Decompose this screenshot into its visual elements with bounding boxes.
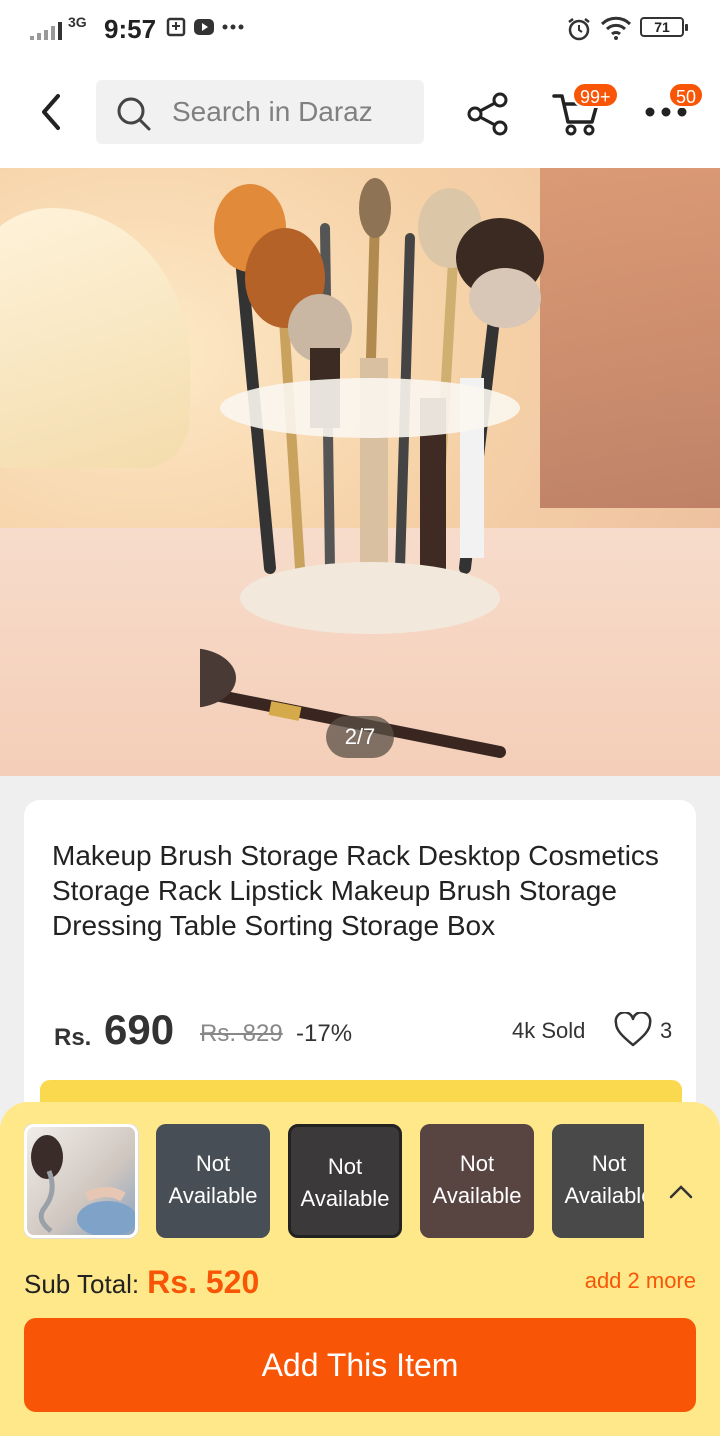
background-cabinet: [540, 168, 720, 508]
youtube-icon: [194, 19, 214, 35]
bundle-thumb[interactable]: Not Available: [420, 1124, 534, 1238]
not-available-overlay: Not Available: [156, 1124, 270, 1238]
add-more-link[interactable]: add 2 more: [585, 1268, 696, 1294]
top-navigation: 99+ 50: [0, 56, 720, 168]
bundle-thumb[interactable]: Not Available: [552, 1124, 644, 1238]
subtotal-label: Sub Total:: [24, 1269, 140, 1299]
image-page-indicator: 2/7: [326, 716, 394, 758]
cart-count-badge: 99+: [572, 82, 619, 108]
product-image-gallery[interactable]: 2/7: [0, 168, 720, 776]
screenshot-icon: [166, 17, 186, 37]
bundle-thumb[interactable]: Not Available: [156, 1124, 270, 1238]
product-title: Makeup Brush Storage Rack Desktop Cosmet…: [52, 840, 659, 941]
search-input[interactable]: [172, 94, 412, 130]
wishlist-count: 3: [660, 1018, 673, 1043]
messages-count-badge: 50: [668, 82, 705, 108]
current-price: 690: [104, 1006, 175, 1053]
search-bar[interactable]: [96, 80, 424, 144]
back-arrow-icon[interactable]: [36, 90, 66, 134]
sold-count: 4k Sold: [512, 1018, 586, 1043]
bundle-thumb-selected[interactable]: [24, 1124, 138, 1238]
wifi-icon: [600, 16, 632, 40]
subtotal: Sub Total: Rs. 520: [24, 1264, 259, 1301]
status-bar: 3G 9:57 71: [0, 0, 720, 56]
wishlist-heart-icon[interactable]: [614, 1012, 652, 1048]
bundle-bottom-sheet: Not Available Not Available Not Availabl…: [0, 1102, 720, 1436]
search-icon: [117, 97, 151, 131]
chevron-up-icon[interactable]: [668, 1182, 694, 1200]
subtotal-amount: Rs. 520: [147, 1264, 260, 1300]
original-price: Rs. 829: [200, 1020, 283, 1047]
bundle-thumbnails: Not Available Not Available Not Availabl…: [24, 1124, 644, 1240]
add-this-item-button[interactable]: Add This Item: [24, 1318, 696, 1412]
alarm-icon: [568, 18, 590, 41]
signal-icon: [30, 22, 62, 40]
discount-percent: -17%: [296, 1020, 353, 1047]
product-photo: [200, 178, 544, 758]
not-available-overlay: Not Available: [291, 1127, 399, 1235]
not-available-overlay: Not Available: [552, 1124, 644, 1238]
more-notifications-icon: [222, 24, 244, 30]
clock: 9:57: [104, 14, 157, 44]
earring-model-image: [31, 1135, 135, 1235]
battery-indicator: 71: [640, 17, 688, 37]
not-available-overlay: Not Available: [420, 1124, 534, 1238]
bundle-thumb[interactable]: Not Available: [288, 1124, 402, 1238]
share-icon[interactable]: [466, 92, 510, 136]
price-row: Rs. 690 Rs. 829 -17% 4k Sold 3: [54, 1006, 674, 1056]
network-type: 3G: [68, 14, 87, 30]
background-lamp: [0, 208, 190, 468]
currency-label: Rs.: [54, 1024, 92, 1051]
